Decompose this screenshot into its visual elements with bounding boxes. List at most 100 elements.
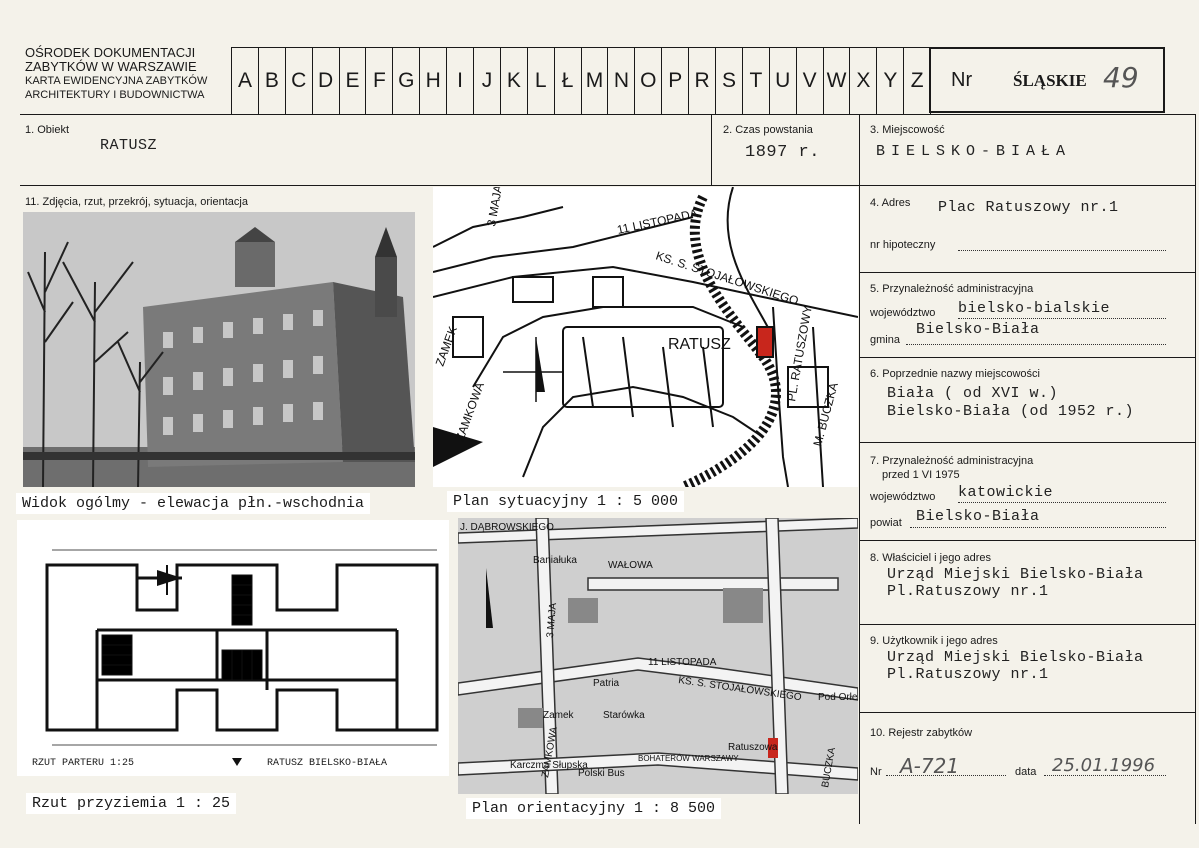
building-photo <box>23 212 415 487</box>
form-row-divider <box>20 185 1196 186</box>
field-5-label: 5. Przynależność administracyjna <box>870 283 1034 295</box>
index-letter: Ł <box>555 48 582 114</box>
field-8-label: 8. Właściciel i jego adres <box>870 552 992 564</box>
field-7-powiat-label: powiat <box>870 517 902 529</box>
map2-street-dabrowskiego: J. DĄBROWSKIEGO <box>460 522 554 533</box>
field-2-value: 1897 r. <box>745 143 820 162</box>
field-4-hip-label: nr hipoteczny <box>870 239 936 251</box>
letter-index-row: ABCDEFGHIJKLŁMNOPRSTUVWXYZ <box>232 48 930 114</box>
index-letter: I <box>447 48 475 114</box>
field-4-hip-line <box>958 250 1166 251</box>
field-5-gmina-value: Bielsko-Biała <box>916 321 1040 338</box>
form-v-right <box>859 114 860 824</box>
index-letter: D <box>313 48 340 114</box>
right-div-8 <box>859 540 1196 541</box>
index-letter: T <box>743 48 770 114</box>
nr-box: Nr ŚLĄSKIE 49 <box>929 47 1165 113</box>
map1-street-buczka: M. BUCZKA <box>810 381 840 448</box>
field-4-label: 4. Adres <box>870 197 911 209</box>
situational-map: 3 MAJA 11 LISTOPADA KS. S. STOJAŁOWSKIEG… <box>433 187 858 487</box>
field-10-nr-label: Nr <box>870 766 882 778</box>
field-7-woj-line <box>958 502 1166 503</box>
map2-place-pod-orlem: Pod Orłem <box>818 692 858 703</box>
index-letter: Z <box>910 69 924 92</box>
nr-label: Nr <box>951 69 973 91</box>
index-letter: C <box>286 48 313 114</box>
nr-number: 49 <box>1103 61 1139 94</box>
right-div-9 <box>859 624 1196 625</box>
form-v-left <box>711 114 712 185</box>
map2-place-karczma: Karczma Słupska <box>510 760 588 771</box>
nr-region: ŚLĄSKIE <box>1013 71 1087 90</box>
institution-line-1: OŚRODEK DOKUMENTACJI <box>25 45 196 60</box>
field-6-line-1: Biała ( od XVI w.) <box>887 385 1059 402</box>
institution-line-3: KARTA EWIDENCYJNA ZABYTKÓW <box>25 75 208 87</box>
index-letter: O <box>635 48 663 114</box>
field-7-powiat-line <box>910 527 1166 528</box>
index-letter: U <box>770 48 797 114</box>
field-11-label: 11. Zdjęcia, rzut, przekrój, sytuacja, o… <box>25 196 248 208</box>
index-letter: Y <box>877 48 905 114</box>
institution-line-2: ZABYTKÓW W WARSZAWIE <box>25 59 197 74</box>
field-6-label: 6. Poprzednie nazwy miejscowości <box>870 368 1040 380</box>
field-10-label: 10. Rejestr zabytków <box>870 727 973 739</box>
field-7-sub: przed 1 VI 1975 <box>882 469 960 481</box>
field-6-line-2: Bielsko-Biała (od 1952 r.) <box>887 403 1135 420</box>
field-2-label: 2. Czas powstania <box>723 124 813 136</box>
index-letter: S <box>716 48 743 114</box>
floorplan-label-right: RATUSZ BIELSKO-BIAŁA <box>267 758 388 769</box>
field-10-date-line <box>1044 775 1166 776</box>
index-letter: L <box>528 48 555 114</box>
field-3-label: 3. Miejscowość <box>870 124 945 136</box>
field-5-woj-label: województwo <box>870 307 936 319</box>
field-7-woj-label: województwo <box>870 491 936 503</box>
field-7-label: 7. Przynależność administracyjna <box>870 455 1034 467</box>
field-1-value: RATUSZ <box>100 137 158 154</box>
index-letter: H <box>420 48 448 114</box>
map2-street-walowa: WAŁOWA <box>608 560 653 571</box>
index-letter: A <box>232 48 259 114</box>
field-1-label: 1. Obiekt <box>25 124 70 136</box>
field-7-powiat-value: Bielsko-Biała <box>916 508 1040 525</box>
index-letter: G <box>393 48 421 114</box>
index-letter: W <box>824 48 851 114</box>
field-10-date-label: data <box>1015 766 1037 778</box>
index-letter: P <box>662 48 690 114</box>
field-9-line-2: Pl.Ratuszowy nr.1 <box>887 666 1049 683</box>
field-8-line-2: Pl.Ratuszowy nr.1 <box>887 583 1049 600</box>
map2-street-bohaterow: BOHATERÓW WARSZAWY <box>638 754 739 763</box>
photo-caption: Widok ogólmy - elewacja płn.-wschodnia <box>16 493 371 514</box>
institution-line-4: ARCHITEKTURY I BUDOWNICTWA <box>25 89 205 101</box>
index-letter: R <box>689 48 717 114</box>
floor-plan: RZUT PARTERU 1:25 RATUSZ BIELSKO-BIAŁA <box>17 520 449 776</box>
field-9-line-1: Urząd Miejski Bielsko-Biała <box>887 649 1144 666</box>
map1-label-ratusz: RATUSZ <box>668 336 731 353</box>
field-5-gmina-label: gmina <box>870 334 900 346</box>
index-letter: K <box>501 48 528 114</box>
orientation-plan-caption: Plan orientacyjny 1 : 8 500 <box>466 798 722 819</box>
orientation-map: J. DĄBROWSKIEGO WAŁOWA 11 LISTOPADA KS. … <box>458 518 858 794</box>
right-div-7 <box>859 442 1196 443</box>
right-edge <box>1195 114 1196 824</box>
index-letter: B <box>259 48 286 114</box>
index-letter: F <box>366 48 394 114</box>
right-div-10 <box>859 712 1196 713</box>
map2-place-starowka: Starówka <box>603 710 645 721</box>
floorplan-label-left: RZUT PARTERU 1:25 <box>32 758 135 769</box>
field-9-label: 9. Użytkownik i jego adres <box>870 635 998 647</box>
right-div-5 <box>859 272 1196 273</box>
map1-label-zamek: ZAMEK <box>433 324 460 368</box>
map1-street-zamkowa: ZAMKOWA <box>453 380 487 443</box>
field-8-line-1: Urząd Miejski Bielsko-Biała <box>887 566 1144 583</box>
map2-street-11listopada: 11 LISTOPADA <box>648 657 717 668</box>
floor-plan-caption: Rzut przyziemia 1 : 25 <box>26 793 237 814</box>
map2-place-zamek: Zamek <box>543 710 575 721</box>
field-10-nr-line <box>886 775 1006 776</box>
institution-block: OŚRODEK DOKUMENTACJI ZABYTKÓW W WARSZAWI… <box>25 46 207 102</box>
index-letter: V <box>797 48 824 114</box>
field-10-date-value: 25.01.1996 <box>1052 755 1156 776</box>
map2-place-polski: Polski Bus <box>578 768 625 779</box>
field-5-woj-line <box>958 318 1166 319</box>
form-top-border <box>20 114 1196 115</box>
map1-street-pl-ratuszowy: PL. RATUSZOWY <box>784 304 815 402</box>
